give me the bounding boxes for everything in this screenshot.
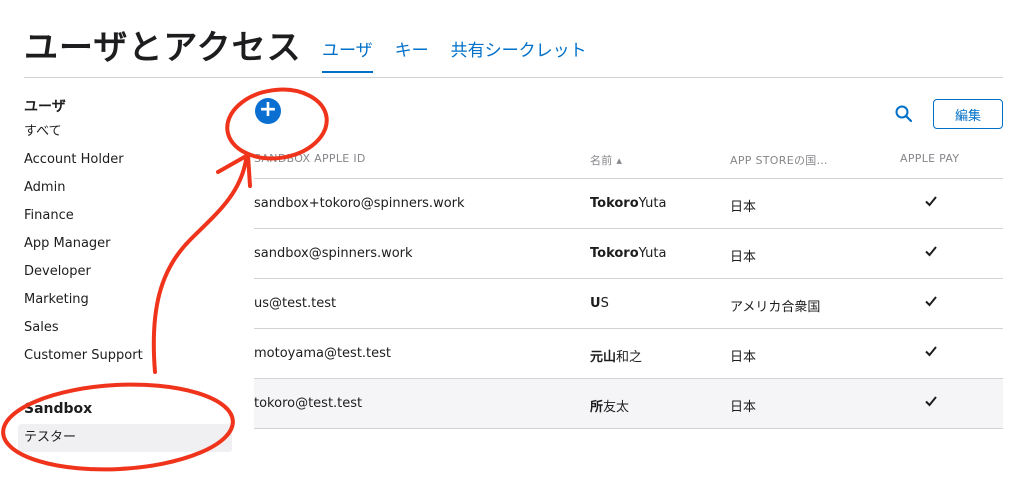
table-row[interactable]: us@test.test US アメリカ合衆国 <box>254 279 1003 329</box>
table-row[interactable]: tokoro@test.test 所友太 日本 <box>254 379 1003 429</box>
cell-first-name: 友太 <box>603 400 630 415</box>
cell-first-name: Yuta <box>638 196 667 211</box>
sidebar-item-admin[interactable]: Admin <box>24 174 232 202</box>
cell-name: TokoroYuta <box>590 196 666 211</box>
cell-apple-id: motoyama@test.test <box>254 346 392 361</box>
column-header-apple-pay[interactable]: APPLE PAY <box>900 152 959 165</box>
sidebar-heading-sandbox: Sandbox <box>24 401 93 417</box>
cell-name: 所友太 <box>590 396 629 415</box>
checkmark-icon <box>925 296 937 307</box>
sidebar-item-all[interactable]: すべて <box>24 118 232 146</box>
sidebar-item-marketing[interactable]: Marketing <box>24 286 232 314</box>
cell-last-name: Tokoro <box>590 196 639 211</box>
cell-first-name: 和之 <box>616 350 643 365</box>
cell-apple-id: sandbox+tokoro@spinners.work <box>254 196 465 211</box>
sidebar-item-account-holder[interactable]: Account Holder <box>24 146 232 174</box>
checkmark-icon <box>925 246 937 257</box>
cell-first-name: Yuta <box>638 246 667 261</box>
tab-shared-secret[interactable]: 共有シークレット <box>451 36 587 73</box>
add-tester-button[interactable]: + <box>255 98 281 124</box>
sidebar-heading-users: ユーザ <box>24 99 66 115</box>
page-header: ユーザとアクセス ユーザ キー 共有シークレット <box>24 20 1003 78</box>
column-header-name[interactable]: 名前 ▴ <box>590 152 622 168</box>
search-button[interactable] <box>894 104 914 124</box>
checkmark-icon <box>925 396 937 407</box>
tab-bar: ユーザ キー 共有シークレット <box>322 36 587 73</box>
page-title: ユーザとアクセス <box>24 28 302 68</box>
column-header-country[interactable]: APP STOREの国… <box>730 152 828 168</box>
cell-apple-id: sandbox@spinners.work <box>254 246 413 261</box>
checkmark-icon <box>925 196 937 207</box>
sidebar-item-customer-support[interactable]: Customer Support <box>24 342 232 370</box>
checkmark-icon <box>925 346 937 357</box>
sidebar-item-finance[interactable]: Finance <box>24 202 232 230</box>
sidebar-item-sales[interactable]: Sales <box>24 314 232 342</box>
table-header: SANDBOX APPLE ID 名前 ▴ APP STOREの国… APPLE… <box>254 144 1003 179</box>
testers-table: SANDBOX APPLE ID 名前 ▴ APP STOREの国… APPLE… <box>254 144 1003 429</box>
cell-name: TokoroYuta <box>590 246 666 261</box>
sidebar-item-testers[interactable]: テスター <box>18 424 232 452</box>
cell-name: 元山和之 <box>590 346 642 365</box>
edit-button[interactable]: 編集 <box>933 99 1003 129</box>
sidebar-item-app-manager[interactable]: App Manager <box>24 230 232 258</box>
cell-country: 日本 <box>730 200 757 215</box>
cell-country: アメリカ合衆国 <box>730 300 821 315</box>
cell-last-name: 元山 <box>590 350 617 365</box>
cell-last-name: Tokoro <box>590 246 639 261</box>
search-icon <box>895 105 913 123</box>
cell-apple-id: tokoro@test.test <box>254 396 363 411</box>
column-header-apple-id[interactable]: SANDBOX APPLE ID <box>254 152 366 165</box>
cell-country: 日本 <box>730 250 757 265</box>
cell-first-name: S <box>600 296 609 311</box>
cell-apple-id: us@test.test <box>254 296 337 311</box>
cell-last-name: 所 <box>590 400 604 415</box>
cell-country: 日本 <box>730 350 757 365</box>
sidebar: ユーザ すべて Account Holder Admin Finance App… <box>18 96 232 452</box>
tab-keys[interactable]: キー <box>395 36 429 73</box>
cell-last-name: U <box>590 296 601 311</box>
sidebar-item-developer[interactable]: Developer <box>24 258 232 286</box>
cell-name: US <box>590 296 609 311</box>
cell-country: 日本 <box>730 400 757 415</box>
table-row[interactable]: motoyama@test.test 元山和之 日本 <box>254 329 1003 379</box>
table-row[interactable]: sandbox@spinners.work TokoroYuta 日本 <box>254 229 1003 279</box>
table-row[interactable]: sandbox+tokoro@spinners.work TokoroYuta … <box>254 179 1003 229</box>
tab-users[interactable]: ユーザ <box>322 36 373 73</box>
